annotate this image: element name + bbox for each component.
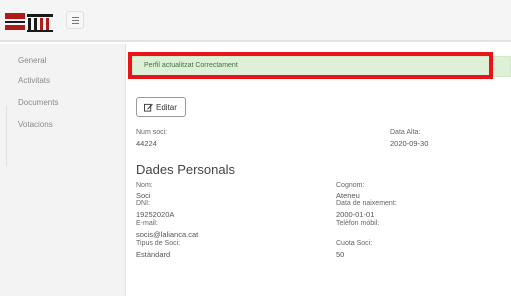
email-label: E-mail:: [136, 220, 158, 227]
quota-soci-label: Cuota Soci:: [336, 240, 373, 247]
top-bar: [0, 0, 511, 42]
logo-icon[interactable]: [5, 11, 57, 33]
sidebar-item-general[interactable]: General: [18, 56, 46, 65]
tipus-soci-value: Estàndard: [136, 250, 171, 259]
cognom-value: Ateneu: [336, 191, 360, 200]
menu-icon-bar: [72, 17, 79, 18]
dni-label: DNI:: [136, 200, 150, 207]
alert-message: Perfil actualitzat Correctament: [144, 62, 238, 69]
naixement-label: Data de naixement:: [336, 200, 397, 207]
menu-toggle-button[interactable]: [66, 11, 84, 29]
data-alta-label: Data Alta:: [390, 129, 421, 136]
sidebar-item-activitats[interactable]: Activitats: [18, 76, 50, 85]
num-soci-label: Num soci:: [136, 129, 168, 136]
sidebar-divider: [6, 106, 7, 166]
edit-button[interactable]: Editar: [136, 97, 186, 117]
sidebar-item-votacions[interactable]: Votacions: [18, 120, 53, 129]
personal-data-heading: Dades Personals: [136, 162, 235, 177]
sidebar: General Activitats Documents Votacions: [0, 44, 126, 296]
num-soci-value: 44224: [136, 139, 157, 148]
menu-icon-bar: [72, 23, 79, 24]
tipus-soci-label: Tipus de Soci:: [136, 240, 181, 247]
dni-value: 19252020A: [136, 210, 175, 219]
edit-icon: [144, 103, 153, 112]
sidebar-item-documents[interactable]: Documents: [18, 98, 58, 107]
nom-label: Nom:: [136, 182, 153, 189]
quota-soci-value: 50: [336, 250, 345, 259]
cognom-label: Cognom:: [336, 182, 365, 189]
success-alert: Perfil actualitzat Correctament: [132, 56, 511, 77]
menu-icon-bar: [72, 20, 79, 21]
email-value: socis@lalianca.cat: [136, 230, 199, 239]
telefon-label: Telèfon mòbil:: [336, 220, 380, 227]
naixement-value: 2000-01-01: [336, 210, 375, 219]
edit-button-label: Editar: [156, 103, 177, 112]
page: General Activitats Documents Votacions P…: [0, 0, 511, 296]
nom-value: Soci: [136, 191, 151, 200]
data-alta-value: 2020-09-30: [390, 139, 429, 148]
main-content: Perfil actualitzat Correctament Editar N…: [126, 44, 511, 296]
